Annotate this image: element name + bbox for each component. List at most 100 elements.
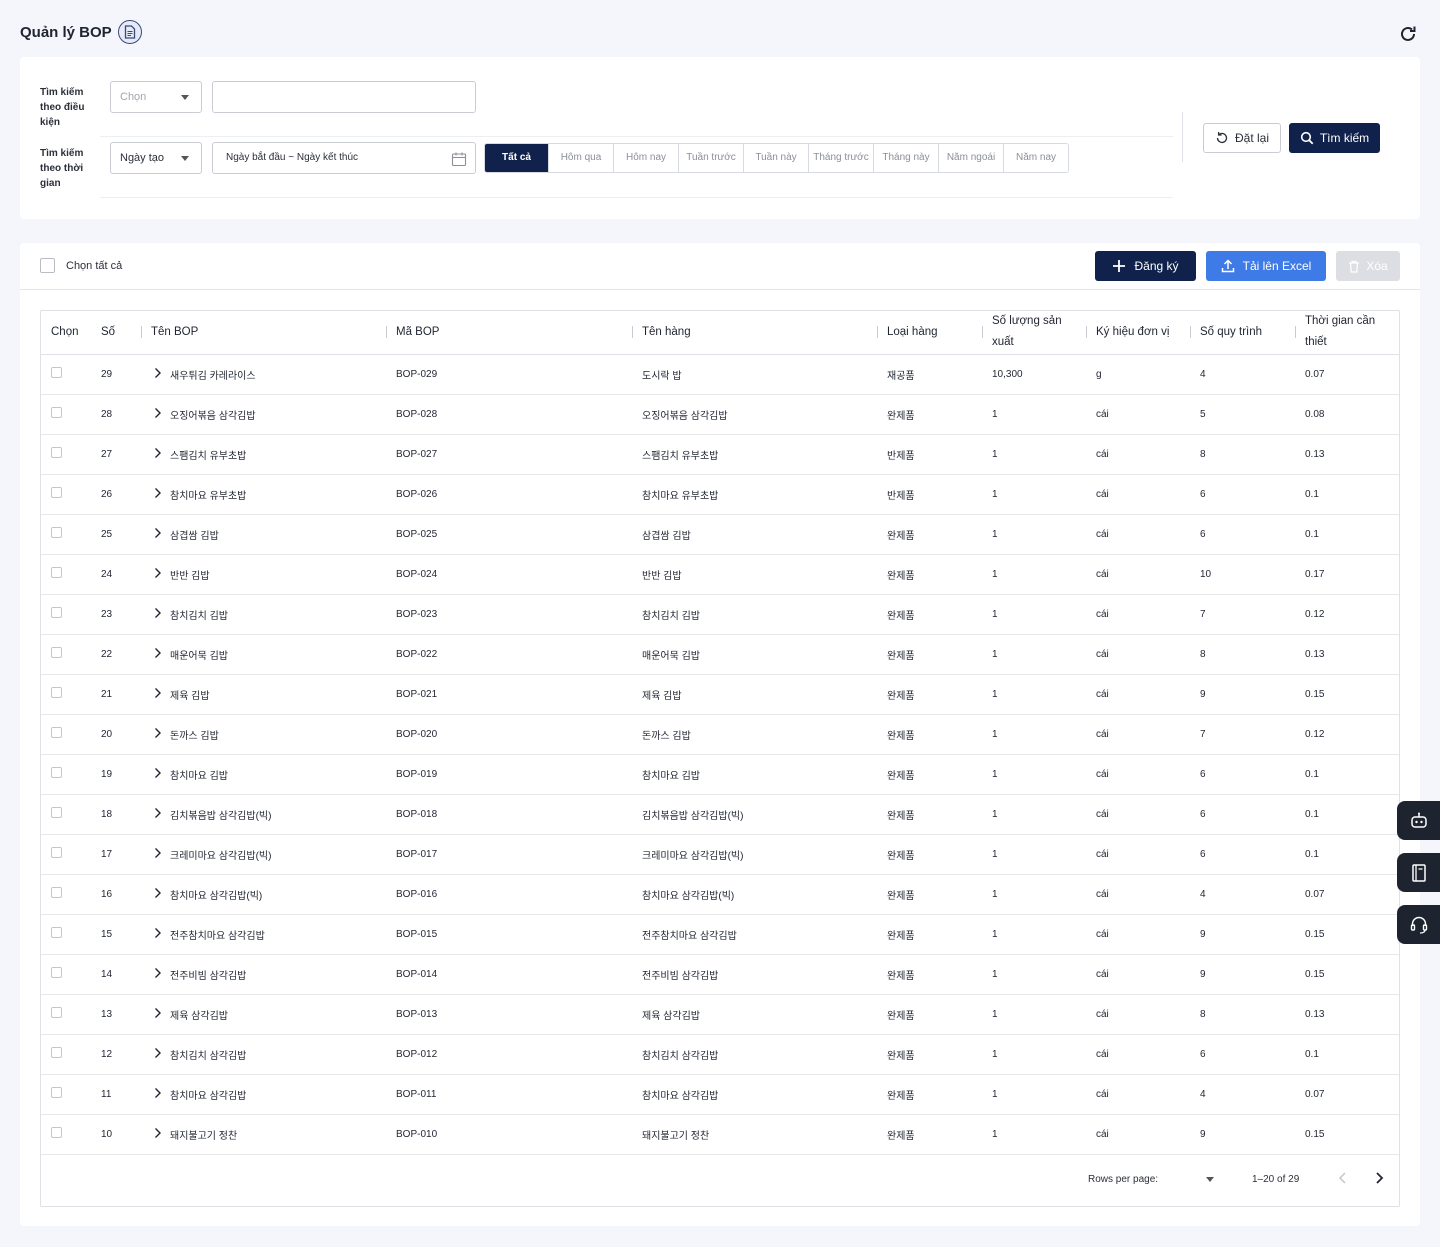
row-checkbox[interactable] [51, 1127, 62, 1138]
select-all[interactable]: Chọn tất cả [40, 258, 122, 273]
row-unit: cái [1086, 994, 1190, 1035]
chevron-right-icon[interactable] [154, 887, 162, 902]
row-checkbox[interactable] [51, 927, 62, 938]
row-item-type: 완제품 [877, 874, 982, 915]
row-checkbox[interactable] [51, 687, 62, 698]
row-bop-name: 삼겹쌈 김밥 [141, 514, 386, 555]
rows-per-page-select[interactable] [1206, 1177, 1214, 1182]
period-tab-all[interactable]: Tất cả [485, 144, 548, 172]
reset-button[interactable]: Đặt lại [1203, 123, 1281, 153]
search-button[interactable]: Tìm kiếm [1289, 123, 1380, 153]
delete-button[interactable]: Xóa [1336, 251, 1400, 281]
chevron-right-icon[interactable] [154, 767, 162, 782]
period-tab-last-year[interactable]: Năm ngoái [938, 144, 1003, 172]
condition-select[interactable]: Chọn [110, 81, 202, 113]
table-row[interactable]: 16 참치마요 삼각김밥(빅) BOP-016 참치마요 삼각김밥(빅) 완제품 1 cái… [41, 874, 1399, 915]
table-row[interactable]: 25 삼겹쌈 김밥 BOP-025 삼겹쌈 김밥 완제품 1 cái 6 0.1 [41, 514, 1399, 555]
chevron-right-icon[interactable] [154, 687, 162, 702]
period-tab-today[interactable]: Hôm nay [613, 144, 678, 172]
table-row[interactable]: 14 전주비빔 삼각김밥 BOP-014 전주비빔 삼각김밥 완제품 1 cái 9 0.15 [41, 954, 1399, 995]
table-row[interactable]: 26 참치마요 유부초밥 BOP-026 참치마요 유부초밥 반제품 1 cái 6 0.1 [41, 474, 1399, 515]
divider [20, 289, 1420, 290]
period-tab-this-month[interactable]: Tháng này [873, 144, 938, 172]
table-row[interactable]: 12 참치김치 삼각김밥 BOP-012 참치김치 삼각김밥 완제품 1 cái 6 0.1 [41, 1034, 1399, 1075]
period-tab-this-week[interactable]: Tuần này [743, 144, 808, 172]
date-range-picker[interactable]: Ngày bắt đầu ~ Ngày kết thúc [212, 142, 476, 174]
chevron-right-icon[interactable] [154, 567, 162, 582]
row-checkbox[interactable] [51, 567, 62, 578]
row-checkbox[interactable] [51, 407, 62, 418]
table-row[interactable]: 24 반반 김밥 BOP-024 반반 김밥 완제품 1 cái 10 0.17 [41, 554, 1399, 595]
period-tab-last-week[interactable]: Tuần trước [678, 144, 743, 172]
chevron-right-icon[interactable] [154, 1047, 162, 1062]
table-row[interactable]: 21 제육 김밥 BOP-021 제육 김밥 완제품 1 cái 9 0.15 [41, 674, 1399, 715]
prev-page-icon[interactable] [1336, 1171, 1350, 1188]
table-row[interactable]: 23 참치김치 김밥 BOP-023 참치김치 김밥 완제품 1 cái 7 0.12 [41, 594, 1399, 635]
table-row[interactable]: 15 전주참치마요 삼각김밥 BOP-015 전주참치마요 삼각김밥 완제품 1 cái 9 0… [41, 914, 1399, 955]
table-row[interactable]: 27 스팸김치 유부초밥 BOP-027 스팸김치 유부초밥 반제품 1 cái 8 0.13 [41, 434, 1399, 475]
register-button[interactable]: Đăng ký [1095, 251, 1196, 281]
chevron-right-icon[interactable] [154, 847, 162, 862]
table-row[interactable]: 17 크레미마요 삼각김밥(빅) BOP-017 크레미마요 삼각김밥(빅) 완제품 1 c… [41, 834, 1399, 875]
chevron-right-icon[interactable] [154, 807, 162, 822]
chevron-right-icon[interactable] [154, 927, 162, 942]
chevron-right-icon[interactable] [154, 367, 162, 382]
table-row[interactable]: 22 매운어묵 김밥 BOP-022 매운어묵 김밥 완제품 1 cái 8 0.13 [41, 634, 1399, 675]
row-item-name: 제육 김밥 [632, 674, 877, 715]
table-row[interactable]: 29 새우튀김 카레라이스 BOP-029 도시락 밥 재공품 10,300 g 4 0.07 [41, 354, 1399, 395]
row-checkbox[interactable] [51, 807, 62, 818]
chevron-right-icon[interactable] [154, 527, 162, 542]
row-checkbox[interactable] [51, 967, 62, 978]
guide-button[interactable] [1397, 853, 1440, 892]
chevron-right-icon[interactable] [154, 647, 162, 662]
time-select[interactable]: Ngày tạo [110, 142, 202, 174]
row-checkbox[interactable] [51, 847, 62, 858]
row-checkbox[interactable] [51, 1007, 62, 1018]
chevron-right-icon[interactable] [154, 607, 162, 622]
row-checkbox[interactable] [51, 727, 62, 738]
chevron-right-icon[interactable] [154, 1007, 162, 1022]
table-row[interactable]: 13 제육 삼각김밥 BOP-013 제육 삼각김밥 완제품 1 cái 8 0.13 [41, 994, 1399, 1035]
chevron-right-icon[interactable] [154, 1087, 162, 1102]
next-page-icon[interactable] [1372, 1171, 1386, 1188]
table-row[interactable]: 20 돈까스 김밥 BOP-020 돈까스 김밥 완제품 1 cái 7 0.12 [41, 714, 1399, 755]
row-checkbox[interactable] [51, 527, 62, 538]
row-checkbox[interactable] [51, 487, 62, 498]
refresh-icon[interactable] [1398, 24, 1418, 44]
period-tab-yesterday[interactable]: Hôm qua [548, 144, 613, 172]
row-checkbox[interactable] [51, 767, 62, 778]
document-icon[interactable] [118, 20, 142, 44]
table-row[interactable]: 11 참치마요 삼각김밥 BOP-011 참치마요 삼각김밥 완제품 1 cái 4 0.07 [41, 1074, 1399, 1115]
table-row[interactable]: 19 참치마요 김밥 BOP-019 참치마요 김밥 완제품 1 cái 6 0.1 [41, 754, 1399, 795]
table-row[interactable]: 18 김치볶음밥 삼각김밥(빅) BOP-018 김치볶음밥 삼각김밥(빅) 완제품 1 c… [41, 794, 1399, 835]
col-header-item-name: Tên hàng [632, 311, 877, 355]
chevron-right-icon[interactable] [154, 1127, 162, 1142]
row-checkbox[interactable] [51, 607, 62, 618]
row-checkbox[interactable] [51, 367, 62, 378]
row-bop-name: 매운어묵 김밥 [141, 634, 386, 675]
upload-excel-button[interactable]: Tải lên Excel [1206, 251, 1326, 281]
row-checkbox[interactable] [51, 647, 62, 658]
chevron-right-icon[interactable] [154, 487, 162, 502]
period-tab-last-month[interactable]: Tháng trước [808, 144, 873, 172]
table-row[interactable]: 28 오징어볶음 삼각김밥 BOP-028 오징어볶음 삼각김밥 완제품 1 cái 5 0.0… [41, 394, 1399, 435]
table-row[interactable]: 10 돼지불고기 정찬 BOP-010 돼지불고기 정찬 완제품 1 cái 9 0.15 [41, 1114, 1399, 1155]
row-checkbox[interactable] [51, 887, 62, 898]
period-tab-this-year[interactable]: Năm nay [1003, 144, 1068, 172]
chatbot-button[interactable] [1397, 801, 1440, 840]
chevron-right-icon[interactable] [154, 967, 162, 982]
support-button[interactable] [1397, 905, 1440, 944]
row-bop-code: BOP-020 [386, 714, 632, 755]
bop-name-text: 참치마요 유부초밥 [170, 490, 247, 502]
time-select-value: Ngày tạo [120, 152, 165, 164]
row-item-name: 도시락 밥 [632, 354, 877, 395]
row-checkbox[interactable] [51, 447, 62, 458]
condition-input[interactable] [212, 81, 476, 113]
chevron-right-icon[interactable] [154, 727, 162, 742]
row-checkbox[interactable] [51, 1087, 62, 1098]
select-all-checkbox[interactable] [40, 258, 55, 273]
row-checkbox[interactable] [51, 1047, 62, 1058]
chevron-right-icon[interactable] [154, 447, 162, 462]
row-required-time: 0.1 [1295, 834, 1399, 875]
chevron-right-icon[interactable] [154, 407, 162, 422]
